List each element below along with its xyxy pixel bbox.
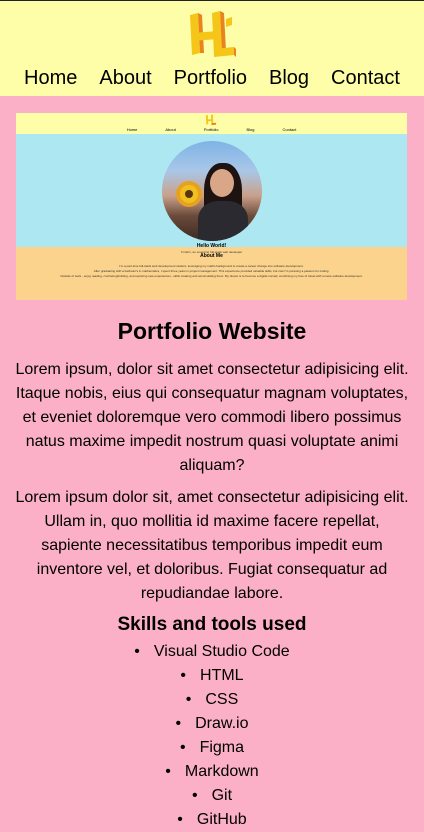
screenshot-nav-item: Portfolio xyxy=(203,127,219,132)
skill-item: Markdown xyxy=(14,760,410,784)
sunflower-icon xyxy=(180,185,198,203)
screenshot-header: Home About Portfolio Blog Contact xyxy=(16,113,407,134)
project-content: Portfolio Website Lorem ipsum, dolor sit… xyxy=(0,318,424,832)
project-description: Lorem ipsum dolor sit, amet consectetur … xyxy=(15,489,409,602)
screenshot-nav: Home About Portfolio Blog Contact xyxy=(16,127,407,132)
nav-about[interactable]: About xyxy=(99,67,151,90)
skill-item: Draw.io xyxy=(14,712,410,736)
skills-title: Skills and tools used xyxy=(117,614,307,635)
skill-item: HTML xyxy=(14,664,410,688)
skill-item: CSS xyxy=(14,688,410,712)
main-nav: Home About Portfolio Blog Contact xyxy=(0,67,424,90)
screenshot-subtitle: I'm Erin, an emerging full-stack web dev… xyxy=(180,250,243,254)
screenshot-hello: Hello World! xyxy=(196,243,227,249)
project-description: Lorem ipsum, dolor sit amet consectetur … xyxy=(15,361,409,474)
skill-item: Figma xyxy=(14,736,410,760)
screenshot-nav-item: About xyxy=(165,127,176,132)
screenshot-about-line: Outside of work - enjoy reading, crochet… xyxy=(60,274,363,278)
project-title: Portfolio Website xyxy=(117,318,307,344)
nav-contact[interactable]: Contact xyxy=(331,67,400,90)
nav-home[interactable]: Home xyxy=(24,67,77,90)
screenshot-nav-item: Blog xyxy=(246,127,255,132)
screenshot-hero: Hello World! I'm Erin, an emerging full-… xyxy=(16,134,407,254)
hl-monogram-icon xyxy=(205,114,217,126)
nav-portfolio[interactable]: Portfolio xyxy=(174,67,247,90)
site-header: Home About Portfolio Blog Contact xyxy=(0,0,424,96)
project-screenshot: Home About Portfolio Blog Contact Hello … xyxy=(16,113,407,300)
profile-photo xyxy=(162,141,262,241)
screenshot-nav-item: Home xyxy=(126,127,138,132)
skills-list: Visual Studio Code HTML CSS Draw.io Figm… xyxy=(14,640,410,832)
hl-monogram-icon[interactable] xyxy=(186,9,238,61)
skill-item: Visual Studio Code xyxy=(14,640,410,664)
screenshot-about: About Me I'm a part-time full-stack web … xyxy=(16,247,407,300)
nav-blog[interactable]: Blog xyxy=(269,67,309,90)
screenshot-nav-item: Contact xyxy=(282,127,297,132)
skill-item: Git xyxy=(14,784,410,808)
skill-item: GitHub xyxy=(14,808,410,832)
